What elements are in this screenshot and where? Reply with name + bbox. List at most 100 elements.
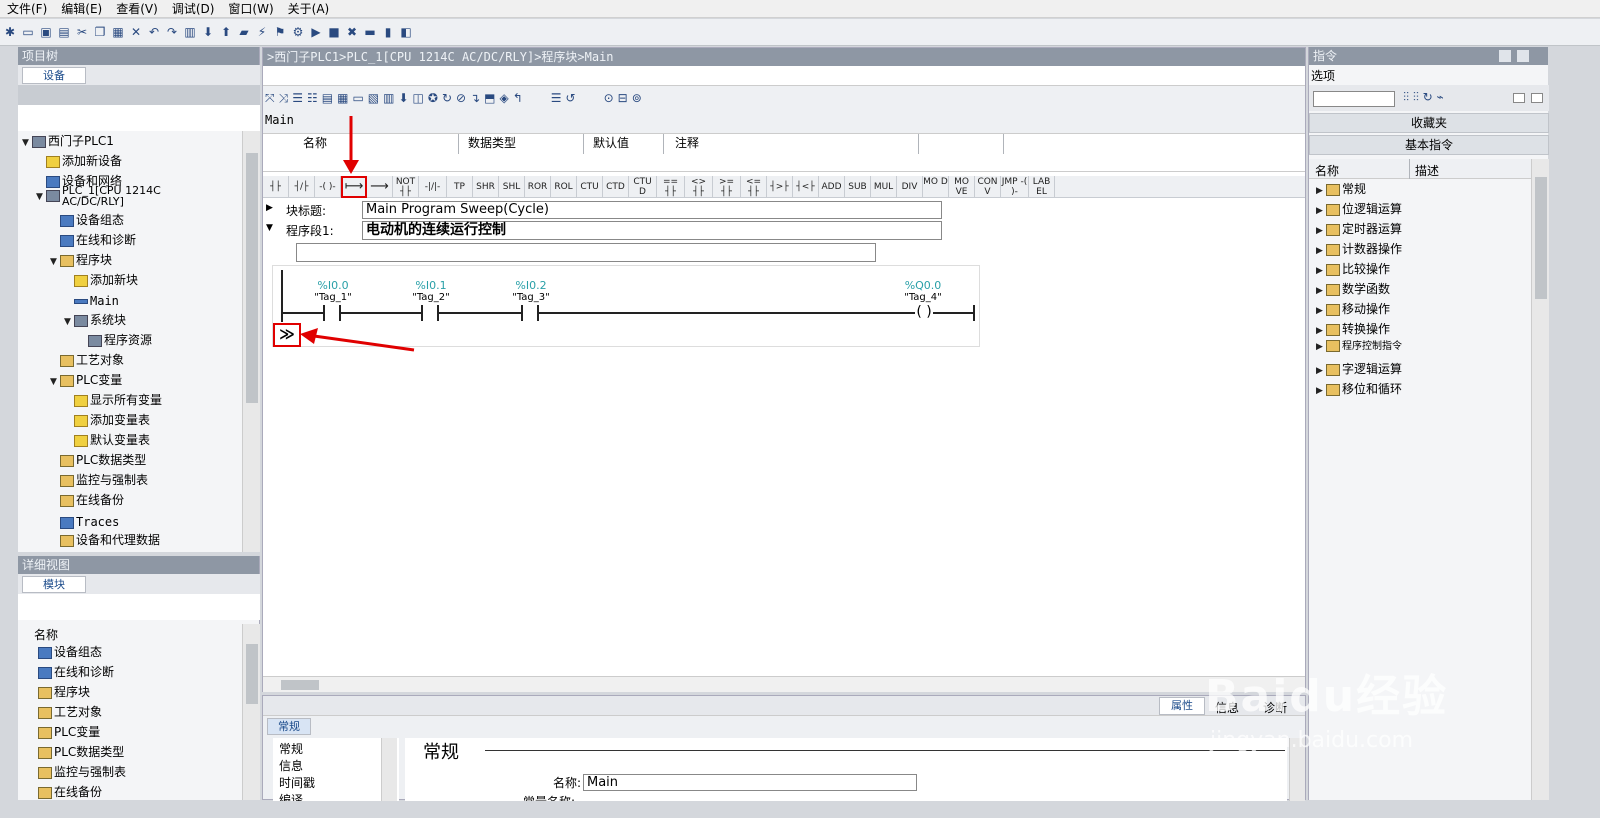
detail-item-watch-force[interactable]: 监控与强制表 [38,762,126,782]
instructions-scrollbar[interactable] [1531,159,1549,800]
monitor-on-icon[interactable]: ⊟ [618,91,628,106]
panel-pin-icon[interactable] [1499,50,1511,62]
insert-network-icon[interactable]: ⤧ [265,91,275,106]
tab-general[interactable]: 常规 [267,718,311,735]
menu-file[interactable]: 文件(F) [0,0,54,18]
split-horizontal-icon[interactable]: ▬ [362,24,378,40]
tree-item-show-all-tags[interactable]: 显示所有变量 [74,390,162,410]
ladder-btn-shl[interactable]: SHL [499,176,525,198]
ladder-btn-tp[interactable]: TP [447,176,473,198]
branch-open-icon[interactable]: ≫ [273,323,301,347]
watch-icon[interactable]: ⬒ [484,91,495,106]
ladder-btn-gt[interactable]: ┤>├ [767,176,793,198]
tree-item-online-backup[interactable]: 在线备份 [60,490,124,510]
absolute-icon[interactable]: ▧ [368,91,379,106]
ladder-btn-ge[interactable]: >= ┤├ [713,176,741,198]
stop-cpu-icon[interactable]: ■ [326,24,342,40]
block-title-field[interactable]: Main Program Sweep(Cycle) [362,201,942,219]
undo-icon[interactable]: ↶ [146,24,162,40]
save-icon[interactable]: ▣ [38,24,54,40]
delete-network-icon[interactable]: ⤨ [279,91,289,106]
view-list-icon[interactable] [1513,93,1525,103]
project-tree-scrollbar[interactable] [242,131,260,552]
instr-general[interactable]: ▶ 常规 [1316,179,1366,199]
monitor-icon[interactable]: ◫ [413,91,424,106]
ladder-btn-lt[interactable]: ┤<├ [793,176,819,198]
fit-icon[interactable]: ◧ [398,24,414,40]
call-icon[interactable]: ↻ [442,91,452,106]
instr-word-logic[interactable]: ▶ 字逻辑运算 [1316,359,1402,379]
add-row-icon[interactable]: ☷ [307,91,318,106]
nav-compile[interactable]: 编译 [279,791,303,801]
menu-about[interactable]: 关于(A) [281,0,337,18]
contact-3[interactable] [521,305,539,321]
list-icon[interactable]: ☰ [551,91,562,106]
menu-window[interactable]: 窗口(W) [221,0,280,18]
redo-icon[interactable]: ↷ [164,24,180,40]
detail-item-online-backup[interactable]: 在线备份 [38,782,102,800]
tree-item-add-tag-table[interactable]: 添加变量表 [74,410,150,430]
ladder-btn-conv[interactable]: CON V [975,176,1001,198]
ladder-btn-div[interactable]: DIV [897,176,923,198]
view-detail-icon[interactable] [1531,93,1543,103]
instr-counters[interactable]: ▶ 计数器操作 [1316,239,1402,259]
print-icon[interactable]: ▤ [56,24,72,40]
detail-view-scrollbar[interactable] [242,624,260,800]
tree-item-main[interactable]: Main [74,291,119,311]
network-title-field[interactable]: 电动机的连续运行控制 [362,221,942,240]
expand-icon[interactable]: ▤ [322,91,333,106]
instr-shift-rotate[interactable]: ▶ 移位和循环 [1316,379,1402,399]
name-field[interactable]: Main [583,774,917,791]
step-icon[interactable]: ↴ [470,91,480,106]
tree-item-plc[interactable]: ▼ PLC_1[CPU 1214C AC/DC/RLY] [36,185,161,209]
cut-icon[interactable]: ✂ [74,24,90,40]
nav-timestamp[interactable]: 时间戳 [279,774,315,791]
ladder-btn-ror[interactable]: ROR [525,176,551,198]
tree-item-default-tag-table[interactable]: 默认变量表 [74,430,150,450]
cylinder-icon[interactable]: ⊚ [632,91,642,106]
simulate-icon[interactable]: ▰ [236,24,252,40]
delete-icon[interactable]: ✕ [128,24,144,40]
ladder-btn-sub[interactable]: SUB [845,176,871,198]
new-project-icon[interactable]: ✱ [2,24,18,40]
collapse-icon[interactable]: ▦ [337,91,348,106]
tree-item-plc-tags[interactable]: ▼ PLC变量 [50,370,122,390]
ladder-btn-move[interactable]: MO VE [949,176,975,198]
download-icon[interactable]: ⬇ [200,24,216,40]
properties-nav-scrollbar[interactable] [381,738,397,801]
favorites-icon[interactable]: ▥ [383,91,394,106]
tree-item-online-diag[interactable]: 在线和诊断 [60,230,136,250]
menu-edit[interactable]: 编辑(E) [54,0,109,18]
comment-icon[interactable]: ▭ [352,91,363,106]
tab-properties[interactable]: 属性 [1159,697,1205,715]
menu-debug[interactable]: 调试(D) [165,0,222,18]
ladder-btn-ctd[interactable]: CTD [603,176,629,198]
instr-move[interactable]: ▶ 移动操作 [1316,299,1390,319]
tree-item-system-blocks[interactable]: ▼ 系统块 [64,310,126,330]
detail-item-tech-objects[interactable]: 工艺对象 [38,702,102,722]
ladder-btn-add[interactable]: ADD [819,176,845,198]
tree-item-add-device[interactable]: 添加新设备 [46,151,122,171]
contact-2[interactable] [421,305,439,321]
go-offline-icon[interactable]: ⚑ [272,24,288,40]
instr-bit-logic[interactable]: ▶ 位逻辑运算 [1316,199,1402,219]
instr-conversion[interactable]: ▶ 转换操作 [1316,319,1390,339]
tab-devices[interactable]: 设备 [22,67,86,84]
favorites-header[interactable]: 收藏夹 [1309,113,1549,133]
paste-icon[interactable]: ▦ [110,24,126,40]
tree-item-tech-objects[interactable]: 工艺对象 [60,350,124,370]
ladder-btn-not[interactable]: NOT ┤├ [393,176,419,198]
basic-instructions-header[interactable]: 基本指令 [1309,135,1549,155]
compile-icon[interactable]: ▥ [182,24,198,40]
panel-float-icon[interactable] [1517,50,1529,62]
detail-item-program-blocks[interactable]: 程序块 [38,682,90,702]
tree-item-plc-data-types[interactable]: PLC数据类型 [60,450,146,470]
accessible-devices-icon[interactable]: ⚙ [290,24,306,40]
block-title-toggle[interactable]: ▶ [266,203,273,213]
ladder-btn-open-branch[interactable]: ⟶ [367,176,393,198]
refresh-icon[interactable]: ↺ [566,91,576,106]
menu-view[interactable]: 查看(V) [109,0,165,18]
ladder-btn-ne[interactable]: <> ┤├ [685,176,713,198]
go-to-error-icon[interactable]: ⬇ [398,91,408,106]
tree-item-traces[interactable]: Traces [60,512,119,532]
